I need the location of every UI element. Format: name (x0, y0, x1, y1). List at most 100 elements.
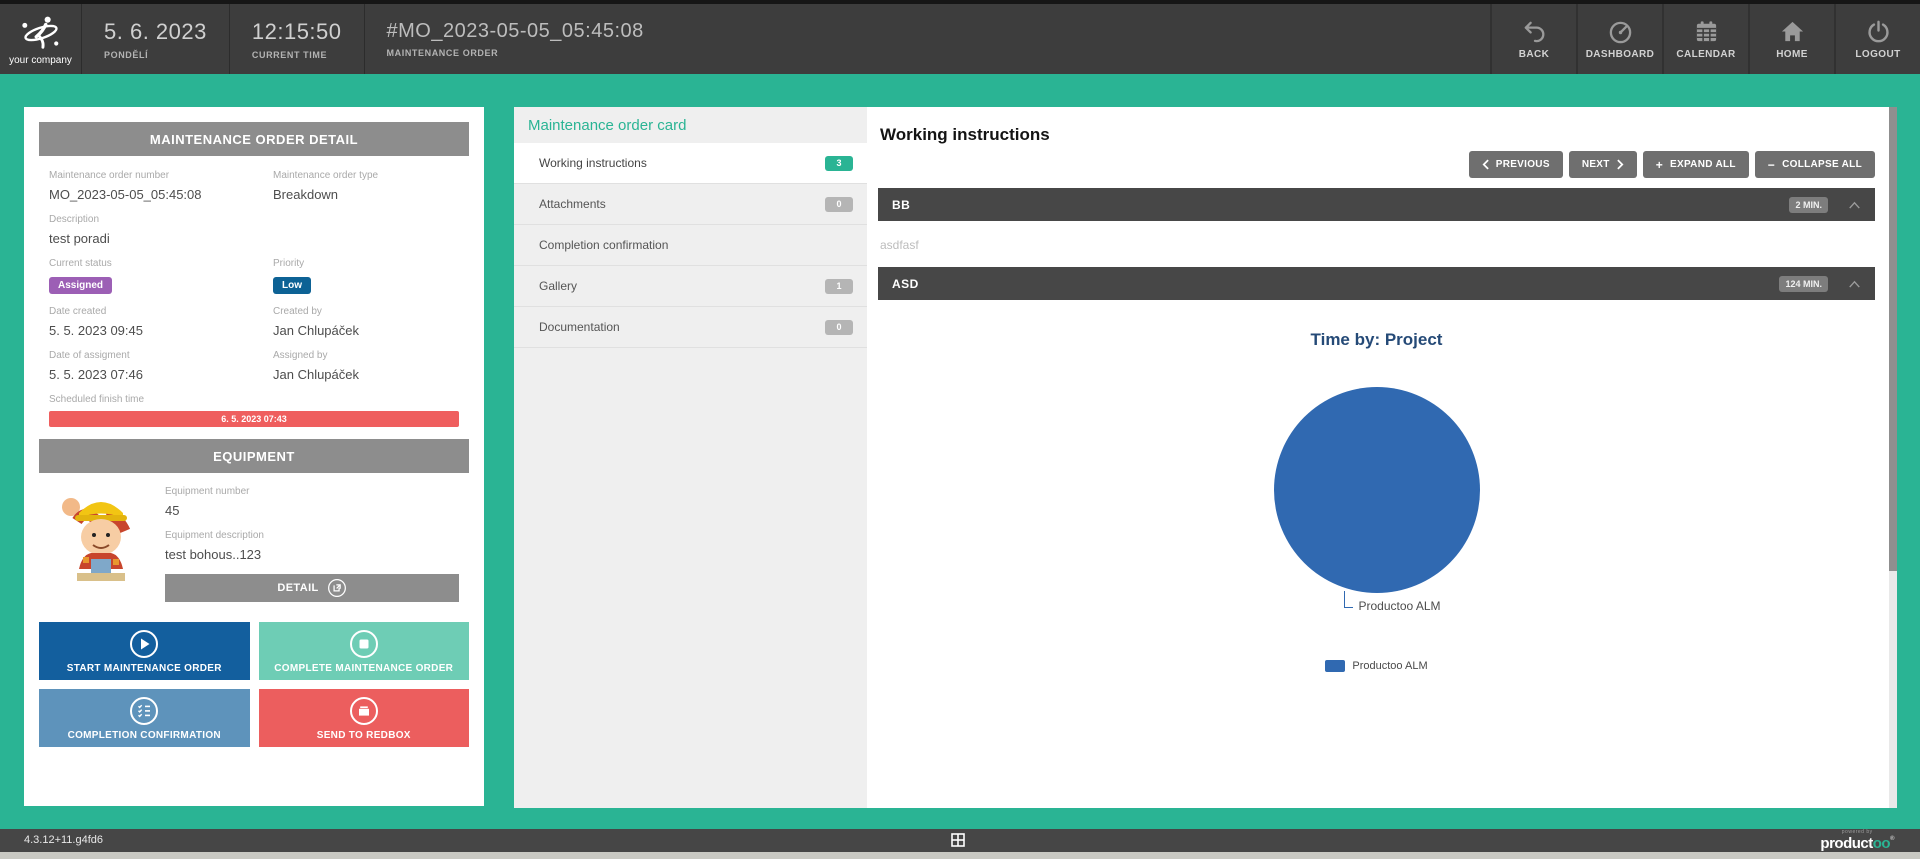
current-time: 12:15:50 (252, 19, 342, 45)
field-date-of-assignment: Date of assigment 5. 5. 2023 07:46 (49, 350, 273, 382)
start-maintenance-order-button[interactable]: START MAINTENANCE ORDER (39, 622, 250, 680)
pie-slice-productoo-alm[interactable] (1274, 387, 1480, 593)
field-order-type: Maintenance order type Breakdown (273, 170, 459, 202)
collapse-all-button[interactable]: − COLLAPSE ALL (1755, 151, 1875, 178)
maintenance-order-detail-card: MAINTENANCE ORDER DETAIL Maintenance ord… (24, 107, 484, 806)
app-version: 4.3.12+11.g4fd6 (24, 834, 103, 846)
tab-gallery[interactable]: Gallery 1 (514, 266, 867, 307)
equipment-info: Equipment number 45 Equipment descriptio… (165, 486, 459, 602)
send-to-redbox-button[interactable]: SEND TO REDBOX (259, 689, 470, 747)
calendar-button[interactable]: CALENDAR (1662, 4, 1748, 74)
maintenance-order-number: #MO_2023-05-05_05:45:08 (387, 20, 743, 43)
productoo-logo: powered by productoo® (1820, 830, 1894, 852)
play-icon (129, 629, 159, 659)
company-logo: your company (0, 4, 82, 74)
field-date-created: Date created 5. 5. 2023 09:45 (49, 306, 273, 338)
complete-maintenance-order-button[interactable]: COMPLETE MAINTENANCE ORDER (259, 622, 470, 680)
instruction-section-asd[interactable]: ASD 124 MIN. (878, 267, 1875, 300)
home-icon (1780, 19, 1805, 44)
tab-completion-confirmation[interactable]: Completion confirmation (514, 225, 867, 266)
current-day-label: PONDĚLÍ (104, 50, 207, 60)
panel-scrollbar[interactable] (1889, 107, 1897, 808)
order-cell: #MO_2023-05-05_05:45:08 MAINTENANCE ORDE… (365, 4, 765, 74)
field-priority: Priority Low (273, 258, 459, 294)
field-current-status: Current status Assigned (49, 258, 273, 294)
chart-title: Time by: Project (878, 330, 1875, 350)
status-badge: Assigned (49, 277, 112, 294)
stop-icon (349, 629, 379, 659)
field-order-number: Maintenance order number MO_2023-05-05_0… (49, 170, 273, 202)
field-created-by: Created by Jan Chlupáček (273, 306, 459, 338)
scheduled-finish-bar: 6. 5. 2023 07:43 (49, 411, 459, 427)
topbar-spacer (765, 4, 1490, 74)
instruction-content-bb: asdfasf (878, 221, 1875, 267)
instruction-section-bb[interactable]: BB 2 MIN. (878, 188, 1875, 221)
legend-swatch (1325, 660, 1345, 672)
field-equipment-description: Equipment description test bohous..123 (165, 530, 459, 562)
table-grid-icon (951, 833, 965, 847)
collapse-section-button[interactable] (1848, 200, 1861, 210)
pie-callout: Productoo ALM (894, 593, 1891, 608)
tab-attachments[interactable]: Attachments 0 (514, 184, 867, 225)
calendar-icon (1694, 19, 1719, 44)
callout-connector-line (1344, 591, 1353, 608)
current-date: 5. 6. 2023 (104, 19, 207, 45)
tab-badge: 1 (825, 279, 853, 294)
duration-badge: 2 MIN. (1789, 197, 1828, 213)
completion-confirmation-button[interactable]: COMPLETION CONFIRMATION (39, 689, 250, 747)
minus-icon: − (1768, 158, 1775, 172)
chevron-up-icon (1848, 200, 1861, 210)
maintenance-order-label: MAINTENANCE ORDER (387, 48, 743, 58)
tab-working-instructions[interactable]: Working instructions 3 (514, 143, 867, 184)
time-by-project-chart: Time by: Project Productoo ALM Productoo… (878, 330, 1875, 672)
equipment-detail-button[interactable]: DETAIL (165, 574, 459, 602)
working-instructions-heading: Working instructions (880, 125, 1875, 145)
chart-legend-item[interactable]: Productoo ALM (878, 660, 1875, 672)
expand-all-button[interactable]: + EXPAND ALL (1643, 151, 1749, 178)
box-icon (349, 696, 379, 726)
dashboard-button[interactable]: DASHBOARD (1576, 4, 1662, 74)
instructions-toolbar: PREVIOUS NEXT + EXPAND ALL − COLLAPSE AL… (878, 151, 1875, 178)
footer: 4.3.12+11.g4fd6 powered by productoo® (0, 829, 1920, 852)
field-description: Description test poradi (49, 214, 459, 246)
grid-view-button[interactable] (951, 833, 965, 852)
chevron-up-icon (1848, 279, 1861, 289)
chevron-left-icon (1482, 159, 1489, 170)
tab-badge: 0 (825, 197, 853, 212)
working-instructions-panel: Working instructions PREVIOUS NEXT + EXP… (867, 107, 1897, 808)
scrollbar-thumb[interactable] (1889, 107, 1897, 571)
chevron-right-icon (1617, 159, 1624, 170)
field-equipment-number: Equipment number 45 (165, 486, 459, 518)
order-actions: START MAINTENANCE ORDER COMPLETE MAINTEN… (39, 622, 469, 747)
equipment-row: Equipment number 45 Equipment descriptio… (39, 486, 469, 602)
logout-button[interactable]: LOGOUT (1834, 4, 1920, 74)
maintenance-order-card-nav: Maintenance order card Working instructi… (514, 107, 867, 808)
topbar-nav: BACK DASHBOARD CALENDAR HOME (1490, 4, 1920, 74)
logout-icon (1866, 19, 1891, 44)
dashboard-icon (1608, 19, 1633, 44)
plus-icon: + (1656, 158, 1663, 172)
collapse-section-button[interactable] (1848, 279, 1861, 289)
home-button[interactable]: HOME (1748, 4, 1834, 74)
equipment-image (49, 486, 149, 582)
tab-badge: 3 (825, 156, 853, 171)
duration-badge: 124 MIN. (1779, 276, 1828, 292)
external-link-icon (327, 578, 347, 598)
field-assigned-by: Assigned by Jan Chlupáček (273, 350, 459, 382)
tab-documentation[interactable]: Documentation 0 (514, 307, 867, 348)
back-button[interactable]: BACK (1490, 4, 1576, 74)
next-button[interactable]: NEXT (1569, 151, 1637, 178)
company-name: your company (9, 55, 72, 66)
topbar: your company 5. 6. 2023 PONDĚLÍ 12:15:50… (0, 0, 1920, 74)
order-detail-header: MAINTENANCE ORDER DETAIL (39, 122, 469, 156)
field-scheduled-finish-time: Scheduled finish time 6. 5. 2023 07:43 (49, 394, 459, 427)
card-nav-title: Maintenance order card (514, 107, 867, 143)
previous-button[interactable]: PREVIOUS (1469, 151, 1563, 178)
time-cell: 12:15:50 CURRENT TIME (230, 4, 365, 74)
tab-badge: 0 (825, 320, 853, 335)
priority-badge: Low (273, 277, 311, 294)
date-cell: 5. 6. 2023 PONDĚLÍ (82, 4, 230, 74)
checklist-icon (129, 696, 159, 726)
back-icon (1522, 19, 1547, 44)
bottom-strip (0, 852, 1920, 859)
